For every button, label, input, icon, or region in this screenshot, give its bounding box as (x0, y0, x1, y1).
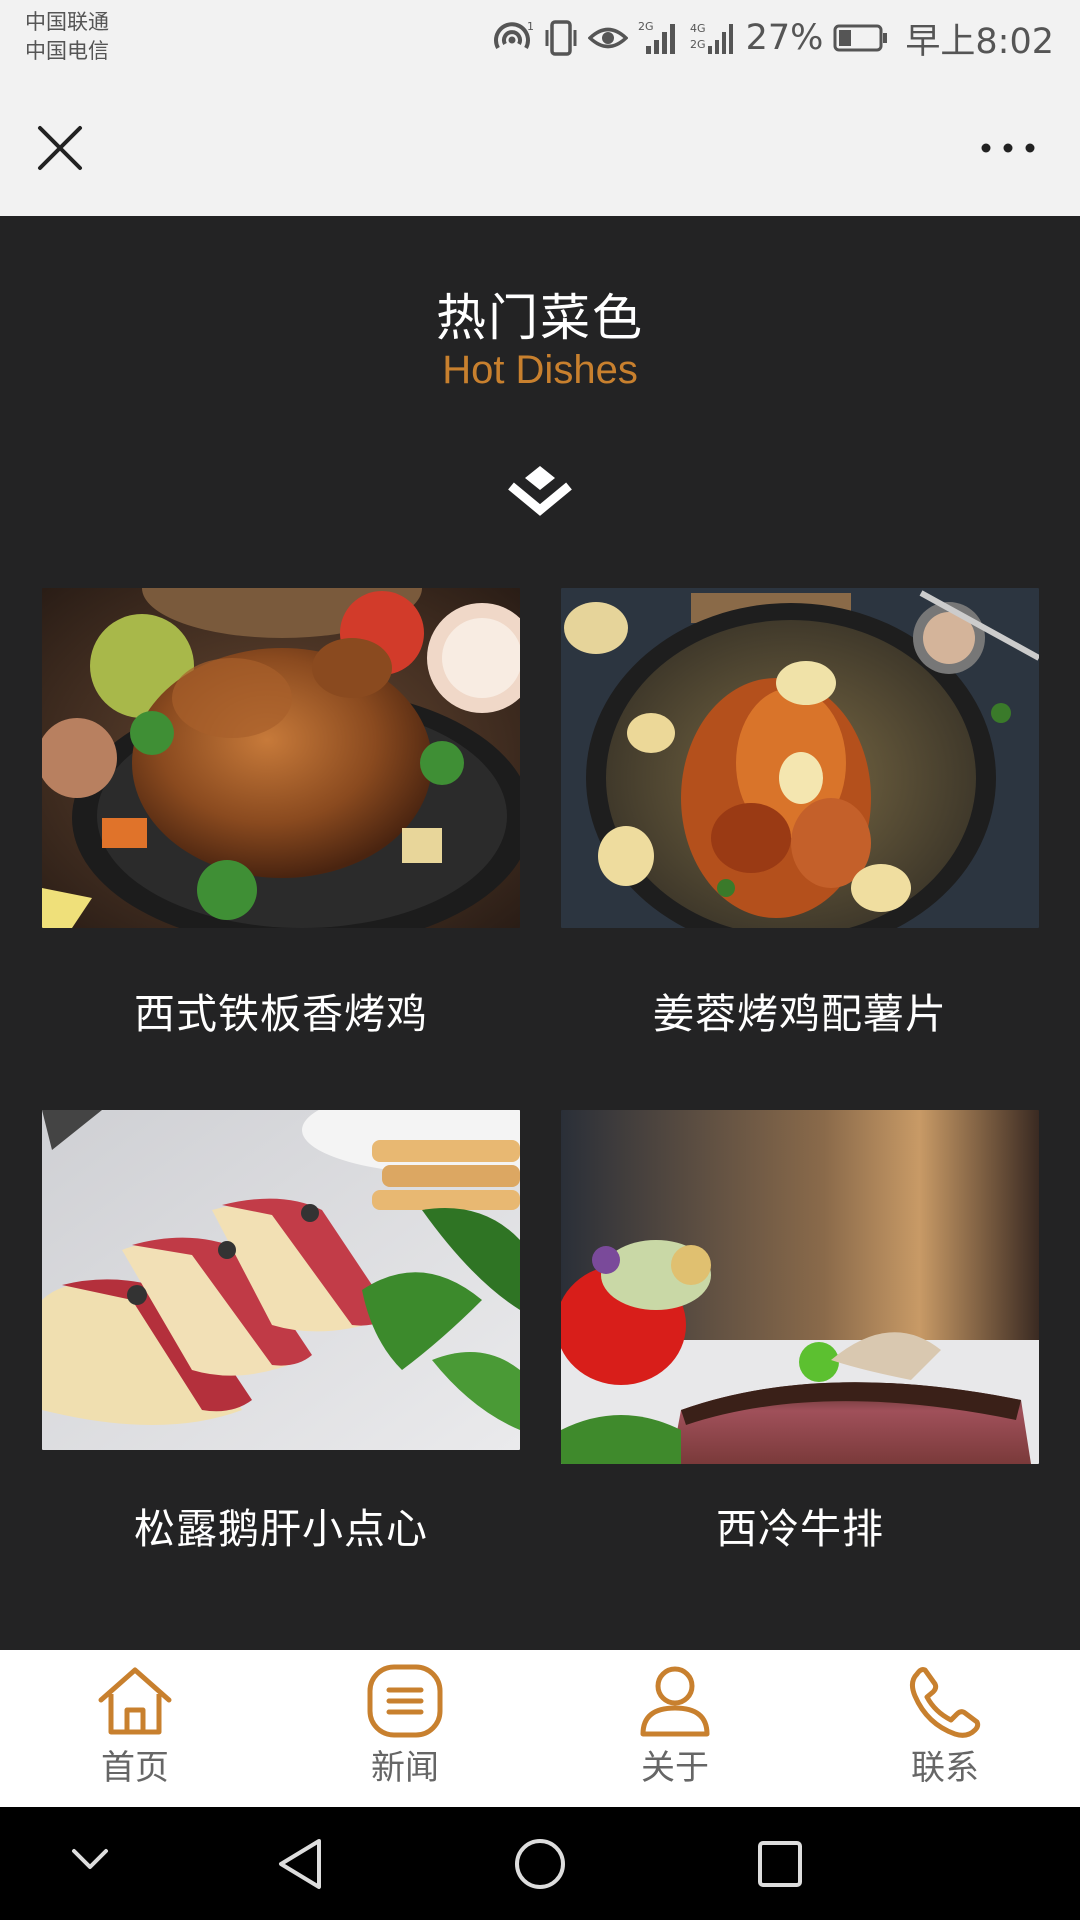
dish-image-foie-gras[interactable] (42, 1110, 520, 1450)
status-bar: 中国联通 中国电信 1 2G 4G 2G 27% 早上8:02 (0, 0, 1080, 78)
dish-image-sirloin-steak[interactable] (561, 1110, 1039, 1464)
eye-icon (587, 27, 628, 49)
carrier-names: 中国联通 中国电信 (25, 8, 109, 66)
signal-2g-icon: 2G (638, 20, 675, 54)
home-circle-icon[interactable] (513, 1837, 567, 1891)
top-nav (0, 78, 1080, 216)
news-icon (367, 1664, 443, 1738)
section-subtitle: Hot Dishes (442, 348, 638, 392)
carrier-2: 中国电信 (25, 39, 109, 63)
vibrate-icon (545, 20, 577, 56)
dish-card[interactable]: 西式铁板香烤鸡 (42, 588, 520, 1038)
dish-name[interactable]: 姜蓉烤鸡配薯片 (561, 980, 1039, 1040)
dish-image-ginger-chicken[interactable] (561, 588, 1039, 928)
battery-icon (833, 24, 888, 52)
tab-about[interactable]: 关于 (595, 1664, 755, 1789)
back-icon[interactable] (275, 1837, 325, 1891)
recent-apps-icon[interactable] (756, 1839, 804, 1889)
carrier-1: 中国联通 (25, 10, 109, 34)
dish-card[interactable]: 西冷牛排 (561, 1110, 1039, 1553)
svg-text:1: 1 (527, 20, 534, 33)
bottom-tab-bar: 首页 新闻 关于 联系 (0, 1650, 1080, 1807)
battery-percent: 27% (745, 18, 824, 58)
dish-name[interactable]: 西冷牛排 (561, 1495, 1039, 1555)
status-icons: 1 2G 4G 2G 27% 早上8:02 (490, 12, 1054, 64)
chevron-down-icon[interactable] (70, 1845, 110, 1875)
section-title: 热门菜色 (436, 289, 644, 347)
phone-icon (909, 1667, 981, 1738)
tab-label: 新闻 (371, 1748, 439, 1788)
tab-label: 关于 (641, 1748, 709, 1788)
double-chevron-down-icon (508, 466, 572, 516)
dish-name[interactable]: 西式铁板香烤鸡 (42, 980, 520, 1040)
tab-news[interactable]: 新闻 (325, 1664, 485, 1789)
dish-image-roast-chicken[interactable] (42, 588, 520, 928)
clock: 早上8:02 (905, 21, 1054, 62)
dish-card[interactable]: 松露鹅肝小点心 (42, 1110, 520, 1553)
svg-text:2G: 2G (638, 20, 654, 33)
more-options-icon[interactable] (974, 126, 1042, 170)
user-icon (640, 1666, 710, 1737)
dish-card[interactable]: 姜蓉烤鸡配薯片 (561, 588, 1039, 1038)
tab-label: 联系 (911, 1748, 979, 1788)
signal-4g-icon: 4G 2G (690, 22, 733, 54)
svg-text:4G: 4G (690, 22, 706, 35)
hot-dishes-section: 热门菜色 Hot Dishes 西式铁板香烤鸡 姜蓉烤鸡配薯片 松露鹅肝小点心 … (0, 216, 1080, 1636)
tab-contact[interactable]: 联系 (865, 1664, 1025, 1789)
tab-label: 首页 (101, 1748, 169, 1788)
tab-home[interactable]: 首页 (55, 1664, 215, 1789)
svg-text:2G: 2G (690, 38, 706, 51)
home-icon (98, 1667, 172, 1735)
hotspot-icon: 1 (493, 20, 534, 49)
dish-name[interactable]: 松露鹅肝小点心 (42, 1495, 520, 1555)
close-icon[interactable] (30, 118, 90, 178)
system-nav-bar (0, 1807, 1080, 1920)
